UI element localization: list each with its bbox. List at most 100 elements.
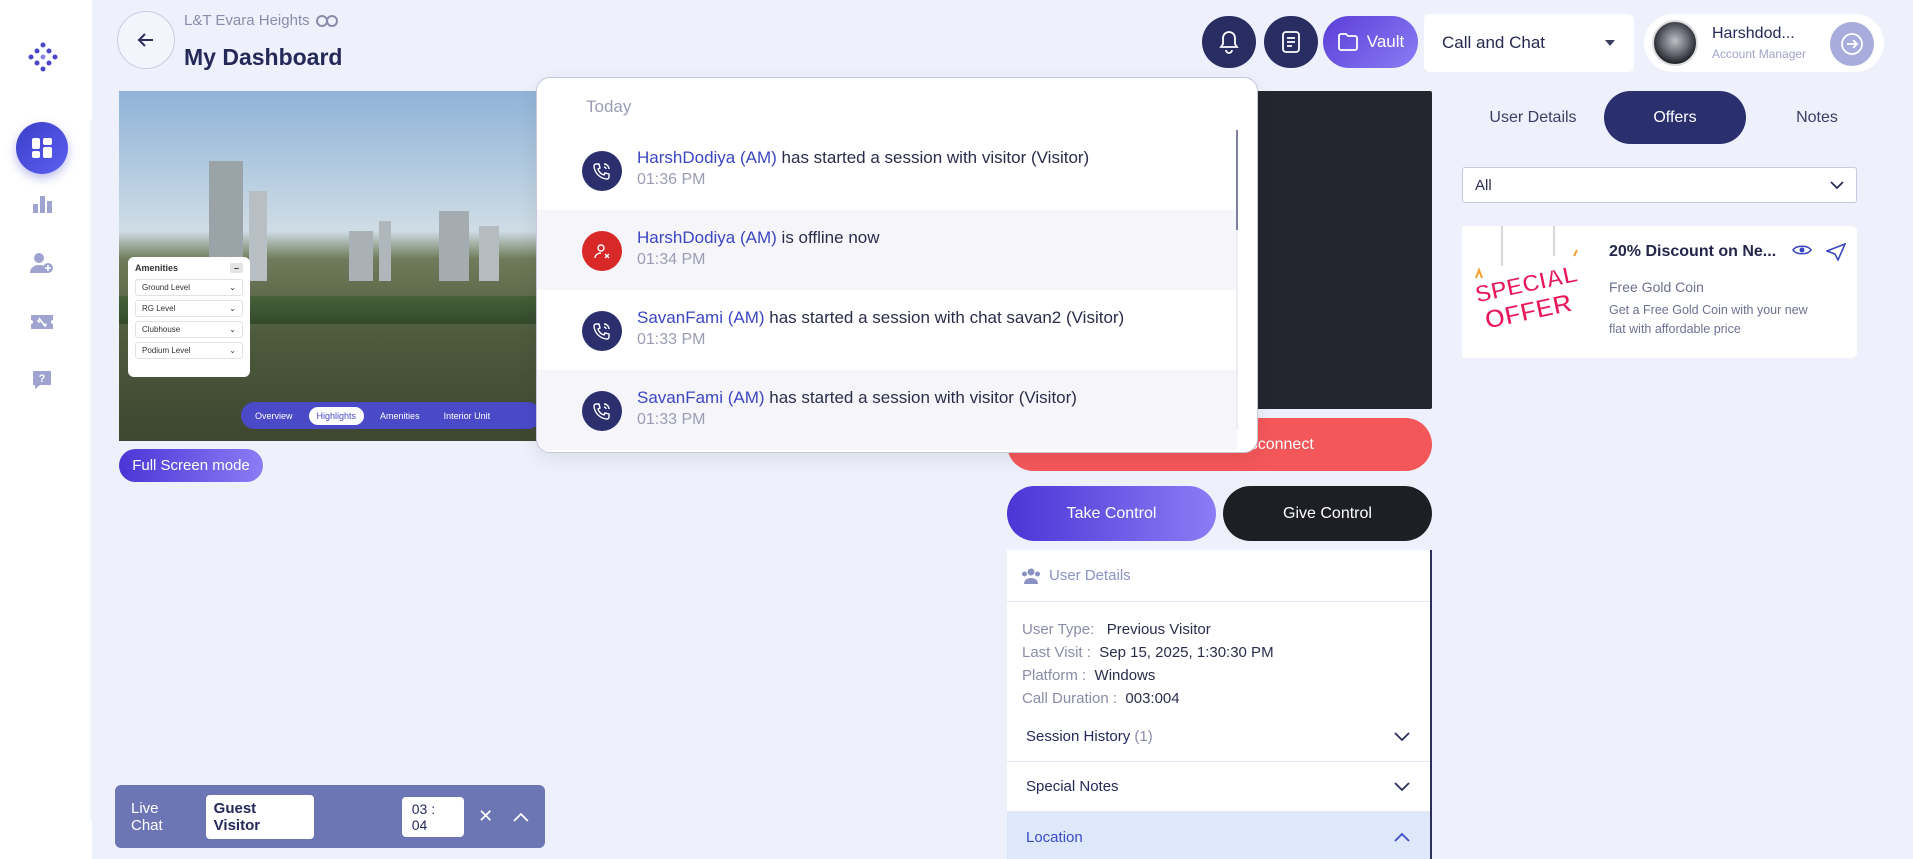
amenity-item[interactable]: Ground Level ⌄ [135,279,243,296]
bell-icon [1219,31,1239,54]
arrow-left-icon [137,33,153,47]
notification-group-label: Today [586,97,632,116]
building [479,226,499,281]
tab-user-details[interactable]: User Details [1462,91,1604,144]
session-history-label: Session History [1026,728,1131,745]
project-name: L&T Evara Heights [184,12,310,29]
tab-offers[interactable]: Offers [1604,91,1746,144]
notification-item[interactable]: SavanFami (AM) has started a session wit… [537,290,1237,370]
offer-description: Get a Free Gold Coin with your new flat … [1609,303,1808,336]
back-button[interactable] [117,11,175,69]
live-chat-bar[interactable]: Live Chat Guest Visitor 03 : 04 ✕ [115,785,545,848]
logout-icon [1841,33,1863,55]
amenity-item[interactable]: RG Level ⌄ [135,300,243,317]
phone-call-icon [582,151,622,191]
tour-nav-overview[interactable]: Overview [247,407,301,425]
detail-row: User Type: Previous Visitor [1022,621,1211,638]
link-icon[interactable] [315,14,338,28]
notes-button[interactable] [1264,16,1318,68]
user-details-heading: User Details [1049,567,1131,584]
phone-call-icon [582,391,622,431]
detail-row: Call Duration : 003:004 [1022,690,1180,707]
profile-card[interactable]: Harshdod... Account Manager [1644,14,1884,72]
right-panel-tabs: User Details Offers Notes [1462,91,1888,144]
tour-nav-highlights[interactable]: Highlights [308,406,365,425]
offer-image: SPECIAL OFFER [1462,226,1594,358]
offer-filter-value: All [1475,176,1492,194]
scrollbar-thumb[interactable] [1236,130,1238,230]
chevron-down-icon: ⌄ [229,304,236,313]
svg-text:?: ? [39,373,46,385]
notification-item[interactable]: HarshDodiya (AM) is offline now 01:34 PM [537,210,1237,290]
mode-select-value: Call and Chat [1442,33,1546,52]
special-notes-label: Special Notes [1026,778,1119,795]
chevron-up-icon [1394,832,1410,842]
notification-item[interactable]: HarshDodiya (AM) has started a session w… [537,130,1237,210]
notification-user[interactable]: HarshDodiya (AM) [637,148,777,167]
send-icon[interactable] [1826,243,1846,261]
sidebar-item-offers[interactable] [26,306,58,338]
notification-time: 01:33 PM [637,331,706,348]
notification-message: is offline now [776,228,880,247]
amenities-panel[interactable]: Amenities – Ground Level ⌄ RG Level ⌄ Club… [128,257,250,377]
chevron-down-icon: ⌄ [229,325,236,334]
session-history-accordion[interactable]: Session History (1) [1007,712,1430,762]
offer-card[interactable]: SPECIAL OFFER 20% Discount on Ne... Free… [1462,226,1857,358]
chevron-up-icon[interactable] [513,812,529,822]
notification-user[interactable]: HarshDodiya (AM) [637,228,777,247]
sidebar-item-analytics[interactable] [26,188,58,220]
logo-icon[interactable] [26,40,60,74]
eye-icon[interactable] [1792,243,1812,257]
location-accordion[interactable]: Location [1007,812,1430,859]
caret-down-icon [1605,40,1615,46]
logout-button[interactable] [1830,22,1874,66]
sidebar: ? [0,0,92,859]
virtual-tour-preview[interactable]: Amenities – Ground Level ⌄ RG Level ⌄ Club… [119,91,539,441]
tab-notes[interactable]: Notes [1746,91,1888,144]
detail-row: Platform : Windows [1022,667,1156,684]
building [349,231,373,281]
vault-button[interactable]: Vault [1323,16,1418,68]
offer-filter-select[interactable]: All [1462,167,1857,203]
notification-time: 01:34 PM [637,251,706,268]
special-notes-accordion[interactable]: Special Notes [1007,762,1430,812]
notification-item[interactable]: SavanFami (AM) has started a session wit… [537,370,1237,450]
notification-message: has started a session with chat savan2 (… [764,308,1125,327]
detail-row: Last Visit : Sep 15, 2025, 1:30:30 PM [1022,644,1274,661]
users-icon [1022,568,1040,584]
vault-label: Vault [1366,32,1405,51]
chevron-down-icon: ⌄ [229,346,236,355]
sidebar-item-users[interactable] [26,247,58,279]
collapse-icon[interactable]: – [229,263,243,273]
bar-chart-icon [33,196,52,213]
chat-timer: 03 : 04 [401,796,465,837]
sidebar-item-dashboard[interactable] [16,122,68,174]
live-chat-label: Live Chat [131,799,163,834]
sidebar-divider [90,120,92,820]
notification-user[interactable]: SavanFami (AM) [637,388,765,407]
notification-time: 01:36 PM [637,171,706,188]
tour-nav-amenities[interactable]: Amenities [372,407,428,425]
amenity-item[interactable]: Clubhouse ⌄ [135,321,243,338]
notification-message: has started a session with visitor (Visi… [776,148,1090,167]
user-role: Account Manager [1712,47,1807,61]
folder-icon [1337,33,1358,51]
user-add-icon [30,253,53,273]
sidebar-item-help[interactable]: ? [26,364,58,396]
user-offline-icon [582,231,622,271]
notification-message: has started a session with visitor (Visi… [764,388,1077,407]
amenity-item[interactable]: Podium Level ⌄ [135,342,243,359]
give-control-button[interactable]: Give Control [1223,486,1432,541]
take-control-button[interactable]: Take Control [1007,486,1216,541]
phone-call-icon [582,311,622,351]
ticket-icon [31,315,53,329]
notification-user[interactable]: SavanFami (AM) [637,308,765,327]
notifications-button[interactable] [1202,16,1256,68]
tour-nav-interior[interactable]: Interior Unit [436,407,499,425]
close-icon[interactable]: ✕ [478,806,493,827]
building [439,211,469,281]
help-icon: ? [33,371,51,389]
mode-select[interactable]: Call and Chat [1424,14,1634,72]
notifications-popup: Today HarshDodiya (AM) has started a ses… [536,77,1258,453]
fullscreen-button[interactable]: Full Screen mode [119,449,263,482]
